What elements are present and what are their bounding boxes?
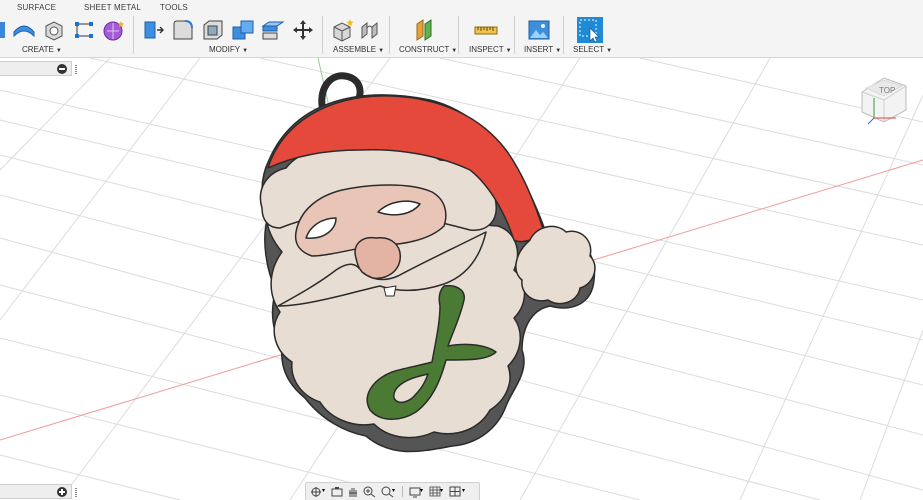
canvas-viewport[interactable]: TOP <box>0 58 923 500</box>
ribbon-divider <box>514 16 515 54</box>
fillet-icon[interactable] <box>171 18 195 42</box>
caret-down-icon: ▼ <box>242 48 249 54</box>
offset-plane-icon[interactable] <box>413 18 437 42</box>
nav-divider <box>402 486 403 497</box>
viewports-icon[interactable] <box>448 485 462 498</box>
caret-down-icon: ▼ <box>505 48 512 54</box>
box-icon[interactable] <box>42 18 66 42</box>
select-menu[interactable]: SELECT ▼ <box>573 45 612 54</box>
sketch-pattern-icon[interactable] <box>72 18 96 42</box>
inspect-label: INSPECT <box>469 45 504 54</box>
comments-panel[interactable] <box>0 484 77 499</box>
ribbon-divider <box>133 16 134 54</box>
santa-mouth <box>383 285 397 297</box>
tab-sheet-metal[interactable]: SHEET METAL <box>84 3 141 12</box>
replace-face-icon[interactable] <box>261 18 285 42</box>
select-label: SELECT <box>573 45 605 54</box>
construct-menu[interactable]: CONSTRUCT ▼ <box>399 45 457 54</box>
zoom-icon[interactable] <box>362 485 376 498</box>
ribbon-divider <box>389 16 390 54</box>
tab-surface[interactable]: SURFACE <box>17 3 56 12</box>
look-at-icon[interactable] <box>330 485 344 498</box>
view-cube-face-label: TOP <box>879 86 895 95</box>
ribbon-divider <box>563 16 564 54</box>
pan-hand-icon[interactable] <box>346 485 360 498</box>
inspect-menu[interactable]: INSPECT ▼ <box>469 45 512 54</box>
orbit-icon[interactable] <box>309 485 323 498</box>
chevron-down-icon[interactable]: ▾ <box>462 487 476 500</box>
extrude-partial-icon[interactable] <box>0 18 8 42</box>
assemble-menu[interactable]: ASSEMBLE ▼ <box>333 45 384 54</box>
revolve-icon[interactable] <box>12 18 36 42</box>
navigation-bar: ▾ ▾ ▾ ▾ ▾ <box>305 482 480 500</box>
measure-icon[interactable] <box>474 18 498 42</box>
press-pull-icon[interactable] <box>141 18 165 42</box>
ribbon-divider <box>458 16 459 54</box>
modify-menu[interactable]: MODIFY ▼ <box>209 45 248 54</box>
create-label: CREATE <box>22 45 54 54</box>
insert-image-icon[interactable] <box>527 18 551 42</box>
insert-label: INSERT <box>524 45 554 54</box>
select-cursor-icon[interactable] <box>577 17 603 43</box>
panel-grip-icon[interactable] <box>75 488 77 497</box>
insert-menu[interactable]: INSERT ▼ <box>524 45 561 54</box>
shell-icon[interactable] <box>201 18 225 42</box>
joint-icon[interactable] <box>359 18 383 42</box>
ribbon-divider <box>322 16 323 54</box>
create-menu[interactable]: CREATE ▼ <box>22 45 62 54</box>
assemble-label: ASSEMBLE <box>333 45 377 54</box>
ribbon-toolbar: SURFACE SHEET METAL TOOLS CREATE ▼ MODIF… <box>0 0 923 58</box>
new-component-icon[interactable] <box>331 18 355 42</box>
modify-label: MODIFY <box>209 45 241 54</box>
santa-ornament-model[interactable] <box>259 72 596 453</box>
browser-panel[interactable] <box>0 61 77 76</box>
tab-tools[interactable]: TOOLS <box>160 3 188 12</box>
caret-down-icon: ▼ <box>606 48 613 54</box>
add-comment-icon[interactable] <box>57 487 67 497</box>
caret-down-icon: ▼ <box>378 48 385 54</box>
fusion-app: SURFACE SHEET METAL TOOLS CREATE ▼ MODIF… <box>0 0 923 500</box>
caret-down-icon: ▼ <box>555 48 562 54</box>
construct-label: CONSTRUCT <box>399 45 450 54</box>
panel-grip-icon[interactable] <box>75 65 77 74</box>
form-icon[interactable] <box>102 18 126 42</box>
combine-icon[interactable] <box>231 18 255 42</box>
move-icon[interactable] <box>291 18 315 42</box>
chevron-down-icon[interactable]: ▾ <box>392 487 406 500</box>
caret-down-icon: ▼ <box>55 48 62 54</box>
caret-down-icon: ▼ <box>451 48 458 54</box>
collapse-panel-icon[interactable] <box>57 64 67 74</box>
